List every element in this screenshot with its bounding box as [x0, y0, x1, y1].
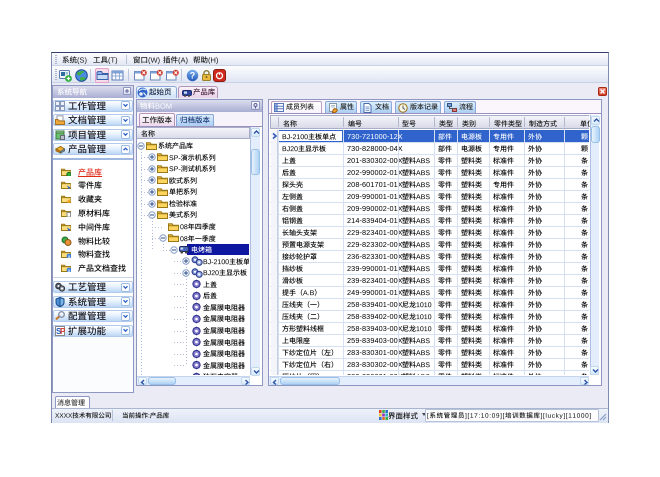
svg-text:?: ?	[190, 71, 196, 81]
svg-text:P: P	[60, 327, 65, 336]
